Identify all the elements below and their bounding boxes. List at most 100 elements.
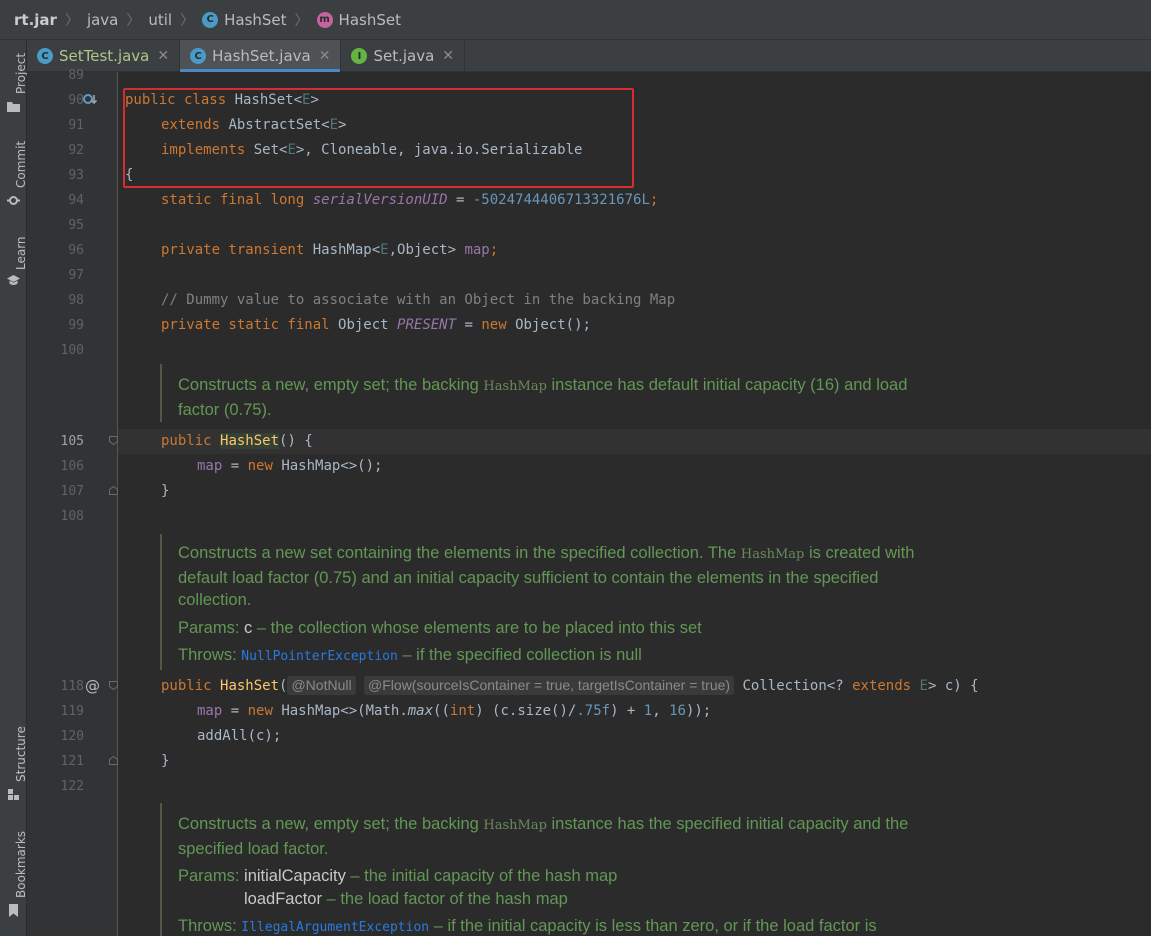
line-number-gutter[interactable]: 89 90 91 92 93 94 95 96 97 98 99 100 105… bbox=[27, 68, 118, 936]
code-text: )); bbox=[685, 703, 712, 719]
type-parameter: E bbox=[380, 242, 389, 258]
exception-link[interactable]: IllegalArgumentException bbox=[241, 920, 429, 935]
field-name: map bbox=[197, 458, 223, 474]
close-icon[interactable]: ✕ bbox=[442, 48, 454, 64]
fold-icon[interactable] bbox=[109, 436, 118, 445]
tab-hashset-java[interactable]: C HashSet.java ✕ bbox=[180, 40, 342, 72]
constructor-name: HashSet bbox=[220, 433, 280, 449]
number-literal: 16 bbox=[669, 703, 686, 719]
doc-text: Constructs a new set containing the elem… bbox=[178, 544, 741, 562]
learn-tool-button[interactable]: Learn bbox=[0, 230, 28, 290]
code-line-105: public HashSet() { bbox=[161, 429, 1151, 454]
javadoc-text: factor (0.75). bbox=[178, 400, 272, 419]
line-number: 100 bbox=[60, 343, 84, 358]
throws-desc: – if the initial capacity is less than z… bbox=[429, 917, 877, 935]
code-text: > c) { bbox=[927, 678, 979, 694]
throws-label: Throws: bbox=[178, 917, 242, 935]
code-line-96: private transient HashMap<E,Object> map; bbox=[161, 238, 1151, 263]
bookmarks-tool-button[interactable]: Bookmarks bbox=[0, 826, 28, 926]
line-number: 94 bbox=[68, 193, 84, 208]
inferred-annotation[interactable]: @Flow(sourceIsContainer = true, targetIs… bbox=[364, 676, 735, 695]
breadcrumb-item-method[interactable]: m HashSet bbox=[316, 10, 401, 29]
graduation-cap-icon bbox=[7, 275, 20, 285]
doc-text: instance has default initial capacity (1… bbox=[546, 376, 908, 394]
line-number: 96 bbox=[68, 243, 84, 258]
structure-tool-label: Structure bbox=[14, 726, 28, 782]
keyword: new bbox=[481, 317, 516, 333]
tab-label: Set.java bbox=[373, 47, 435, 65]
keyword: private static final bbox=[161, 317, 339, 333]
commit-tool-button[interactable]: Commit bbox=[0, 136, 28, 206]
line-number: 119 bbox=[60, 704, 84, 719]
code-text: = bbox=[222, 703, 248, 719]
keyword: public bbox=[161, 678, 221, 694]
javadoc-throws: Throws: IllegalArgumentException – if th… bbox=[178, 915, 1151, 936]
javadoc-text: Constructs a new set containing the elem… bbox=[178, 542, 1151, 567]
fold-icon[interactable] bbox=[109, 756, 118, 765]
project-tool-button[interactable]: Project bbox=[0, 44, 28, 112]
code-text: ) (c.size()/ bbox=[475, 703, 577, 719]
close-icon[interactable]: ✕ bbox=[157, 48, 169, 64]
tab-set-java[interactable]: I Set.java ✕ bbox=[341, 40, 466, 72]
structure-icon bbox=[8, 789, 19, 800]
javadoc-throws: Throws: NullPointerException – if the sp… bbox=[178, 644, 1151, 669]
line-number: 93 bbox=[68, 168, 84, 183]
line-number: 99 bbox=[68, 318, 84, 333]
keyword: public bbox=[161, 433, 221, 449]
keyword: new bbox=[247, 703, 282, 719]
implements-gutter-icon[interactable] bbox=[83, 93, 99, 107]
line-number: 118 bbox=[60, 679, 84, 694]
breadcrumb-method-label: HashSet bbox=[338, 10, 401, 29]
fold-icon[interactable] bbox=[109, 486, 118, 495]
line-number: 91 bbox=[68, 118, 84, 133]
semicolon: ; bbox=[649, 192, 659, 208]
breadcrumb-item-util[interactable]: util bbox=[148, 11, 172, 29]
editor-tab-bar: C SetTest.java ✕ C HashSet.java ✕ I Set.… bbox=[27, 40, 1151, 72]
breadcrumb-item-rt-jar[interactable]: rt.jar bbox=[14, 11, 57, 29]
param-name: loadFactor bbox=[244, 889, 322, 908]
constructor-name: HashSet bbox=[220, 678, 280, 694]
structure-tool-button[interactable]: Structure bbox=[0, 720, 28, 810]
breadcrumb-item-java[interactable]: java bbox=[87, 11, 118, 29]
keyword: int bbox=[449, 703, 476, 719]
learn-tool-label: Learn bbox=[14, 236, 28, 270]
field-name: map bbox=[464, 242, 490, 258]
class-icon: C bbox=[190, 48, 207, 64]
doc-code: HashMap bbox=[483, 818, 547, 833]
line-number: 97 bbox=[68, 268, 84, 283]
javadoc-text: default load factor (0.75) and an initia… bbox=[178, 568, 879, 587]
param-desc: – the initial capacity of the hash map bbox=[345, 867, 618, 885]
keyword: extends bbox=[852, 678, 920, 694]
annotation-gutter-icon[interactable]: @ bbox=[85, 677, 100, 695]
semicolon: ; bbox=[489, 242, 499, 258]
field-name: map bbox=[197, 703, 223, 719]
param-desc: – the collection whose elements are to b… bbox=[252, 618, 702, 637]
line-number: 120 bbox=[60, 729, 84, 744]
exception-link[interactable]: NullPointerException bbox=[241, 649, 398, 664]
code-text: HashMap<>(); bbox=[281, 458, 383, 474]
close-icon[interactable]: ✕ bbox=[319, 48, 331, 64]
field-name: PRESENT bbox=[397, 317, 457, 333]
field-name: serialVersionUID bbox=[312, 192, 448, 208]
code-text: Object(); bbox=[515, 317, 591, 333]
line-number: 90 bbox=[68, 93, 84, 108]
code-line-120: addAll(c); bbox=[197, 728, 282, 744]
breadcrumb-item-class[interactable]: C HashSet bbox=[202, 10, 287, 29]
line-number: 92 bbox=[68, 143, 84, 158]
bookmarks-tool-label: Bookmarks bbox=[14, 830, 28, 898]
line-number: 108 bbox=[60, 509, 84, 524]
code-editor[interactable]: public class HashSet<E> extends Abstract… bbox=[118, 72, 1151, 936]
line-number: 98 bbox=[68, 293, 84, 308]
code-line-119: map = new HashMap<>(Math.max((int) (c.si… bbox=[197, 699, 1151, 724]
class-icon: C bbox=[202, 11, 219, 28]
doc-text: Constructs a new, empty set; the backing bbox=[178, 815, 484, 833]
fold-icon[interactable] bbox=[109, 681, 118, 690]
inferred-annotation[interactable]: @NotNull bbox=[287, 676, 356, 695]
breadcrumb-class-label: HashSet bbox=[224, 10, 287, 29]
chevron-right-icon: 〉 bbox=[180, 12, 195, 29]
doc-text: Constructs a new, empty set; the backing bbox=[178, 376, 484, 394]
line-number: 107 bbox=[60, 484, 84, 499]
param-name: initialCapacity bbox=[244, 867, 346, 885]
line-number-current: 105 bbox=[60, 434, 84, 449]
project-tool-label: Project bbox=[14, 52, 28, 94]
